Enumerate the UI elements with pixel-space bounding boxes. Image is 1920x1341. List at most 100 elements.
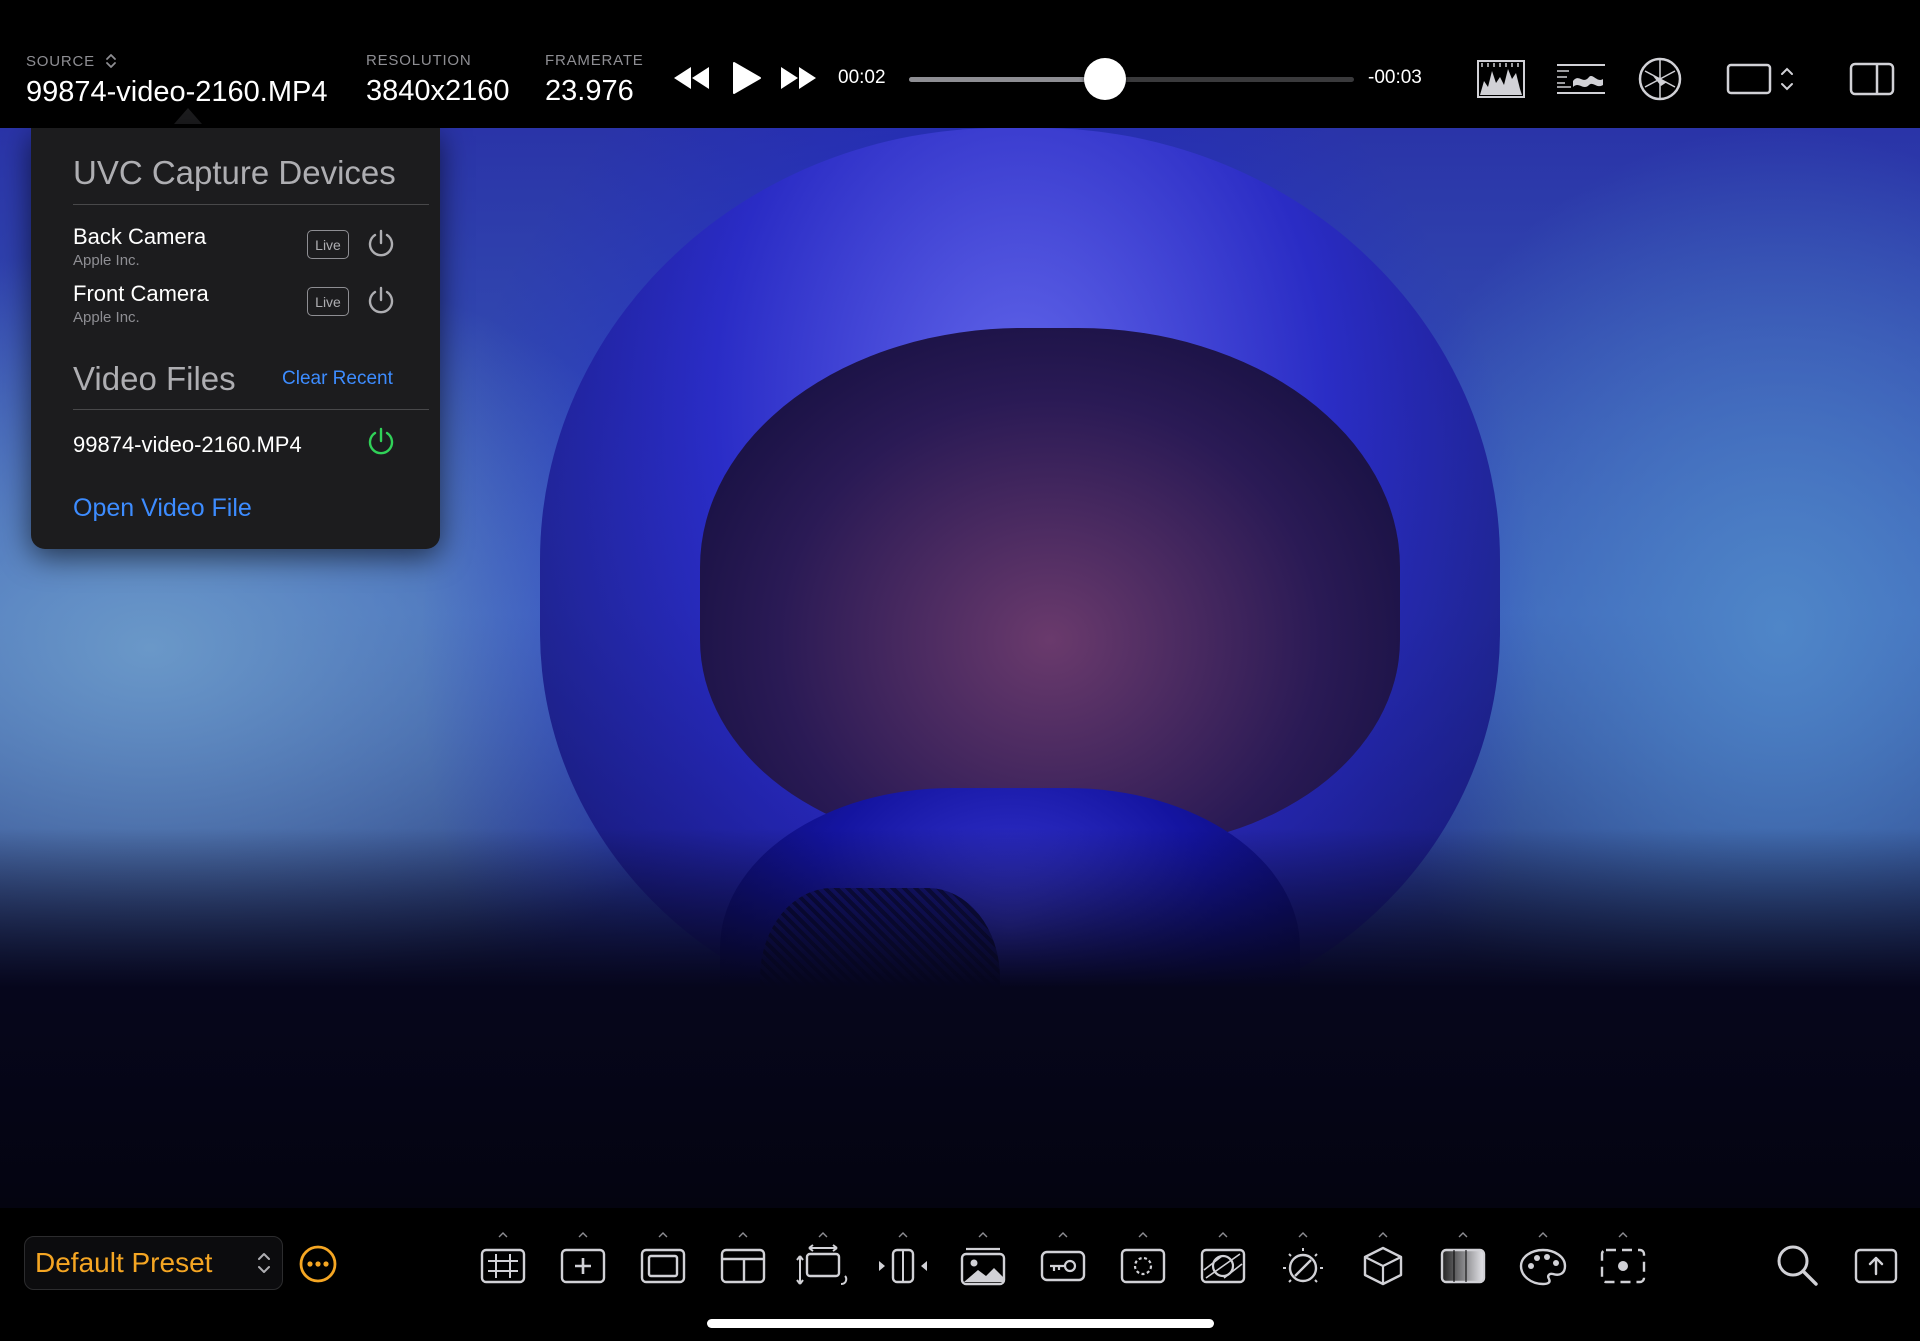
preset-name: Default Preset bbox=[35, 1247, 213, 1278]
lut-button[interactable] bbox=[1355, 1232, 1411, 1294]
gray-ramp-button[interactable] bbox=[1435, 1232, 1491, 1294]
chevron-updown-icon bbox=[258, 1253, 270, 1273]
anamorphic-desqueeze-button[interactable] bbox=[795, 1232, 851, 1294]
safe-area-button[interactable] bbox=[635, 1232, 691, 1294]
grid-overlay-button[interactable] bbox=[475, 1232, 531, 1294]
caret-icon bbox=[1298, 1232, 1308, 1238]
caret-icon bbox=[978, 1232, 988, 1238]
center-marker-button[interactable] bbox=[555, 1232, 611, 1294]
fast-forward-button[interactable] bbox=[778, 58, 818, 98]
source-value: 99874-video-2160.MP4 bbox=[26, 76, 328, 108]
source-popover: UVC Capture Devices Back Camera Apple In… bbox=[31, 128, 440, 549]
home-indicator[interactable] bbox=[707, 1319, 1214, 1328]
remaining-time: -00:03 bbox=[1368, 67, 1422, 88]
caret-icon bbox=[1058, 1232, 1068, 1238]
device-vendor: Apple Inc. bbox=[73, 309, 140, 326]
waveform-icon bbox=[1557, 64, 1605, 94]
live-badge[interactable]: Live bbox=[307, 230, 349, 259]
caret-icon bbox=[498, 1232, 508, 1238]
source-selector[interactable]: SOURCE 99874-video-2160.MP4 bbox=[26, 52, 327, 109]
fast-forward-icon bbox=[781, 67, 816, 89]
focus-peaking-button[interactable] bbox=[1115, 1232, 1171, 1294]
color-palette-button[interactable] bbox=[1515, 1232, 1571, 1294]
preset-selector[interactable]: Default Preset bbox=[24, 1236, 283, 1290]
device-name: Back Camera bbox=[73, 224, 207, 249]
uvc-section-title: UVC Capture Devices bbox=[73, 154, 396, 191]
anamorphic-desqueeze-icon bbox=[796, 1244, 848, 1285]
spot-meter-icon bbox=[1600, 1248, 1646, 1284]
focus-peaking-icon bbox=[1120, 1248, 1166, 1284]
waveform-button[interactable] bbox=[1554, 56, 1608, 102]
rewind-button[interactable] bbox=[672, 58, 712, 98]
popover-arrow bbox=[174, 108, 202, 124]
divider bbox=[73, 409, 429, 410]
image-overlay-icon bbox=[960, 1247, 1006, 1286]
helmet-visor-opening bbox=[700, 328, 1400, 848]
export-icon[interactable] bbox=[1853, 1242, 1899, 1288]
false-color-button[interactable] bbox=[1195, 1232, 1251, 1294]
file-name: 99874-video-2160.MP4 bbox=[73, 432, 302, 457]
divider bbox=[73, 204, 429, 205]
frame-guide-icon bbox=[1726, 63, 1793, 95]
clear-recent-button[interactable]: Clear Recent bbox=[282, 368, 393, 390]
zebra-icon bbox=[1283, 1248, 1323, 1283]
framerate-label: FRAMERATE bbox=[545, 52, 644, 69]
aspect-ratio-icon bbox=[720, 1248, 766, 1284]
spot-meter-button[interactable] bbox=[1595, 1232, 1651, 1294]
caret-icon bbox=[1458, 1232, 1468, 1238]
gray-ramp-icon bbox=[1440, 1248, 1486, 1284]
caret-icon bbox=[578, 1232, 588, 1238]
framerate-value: 23.976 bbox=[545, 75, 634, 107]
open-video-file-button[interactable]: Open Video File bbox=[73, 494, 252, 523]
caret-icon bbox=[658, 1232, 668, 1238]
source-label: SOURCE bbox=[26, 52, 95, 70]
more-options-icon[interactable] bbox=[298, 1244, 338, 1284]
luma-key-button[interactable] bbox=[1035, 1232, 1091, 1294]
power-icon-active[interactable] bbox=[365, 426, 397, 458]
power-icon[interactable] bbox=[365, 285, 397, 317]
zebra-button[interactable] bbox=[1275, 1232, 1331, 1294]
flip-button[interactable] bbox=[875, 1232, 931, 1294]
caret-icon bbox=[1138, 1232, 1148, 1238]
framerate-readout: FRAMERATE 23.976 bbox=[545, 52, 644, 108]
device-name: Front Camera bbox=[73, 281, 209, 306]
live-badge[interactable]: Live bbox=[307, 287, 349, 316]
power-icon[interactable] bbox=[365, 228, 397, 260]
caret-icon bbox=[1218, 1232, 1228, 1238]
color-palette-icon bbox=[1519, 1248, 1567, 1286]
play-button[interactable] bbox=[730, 58, 762, 98]
top-toolbar: SOURCE 99874-video-2160.MP4 RESOLUTION 3… bbox=[0, 0, 1920, 128]
scrub-bar[interactable] bbox=[909, 77, 1354, 82]
lut-cube-icon bbox=[1363, 1246, 1403, 1286]
bottom-toolbar: Default Preset bbox=[0, 1208, 1920, 1341]
flip-icon bbox=[879, 1248, 927, 1284]
resolution-label: RESOLUTION bbox=[366, 52, 472, 69]
zoom-icon[interactable] bbox=[1774, 1242, 1820, 1288]
frame-guide-selector[interactable] bbox=[1726, 56, 1800, 102]
image-overlay-button[interactable] bbox=[955, 1232, 1011, 1294]
histogram-button[interactable] bbox=[1474, 56, 1528, 102]
scrub-progress bbox=[909, 77, 1105, 82]
grid-overlay-icon bbox=[480, 1248, 526, 1284]
false-color-icon bbox=[1200, 1248, 1246, 1284]
elapsed-time: 00:02 bbox=[838, 67, 886, 88]
scrub-handle[interactable] bbox=[1083, 58, 1126, 100]
luma-key-icon bbox=[1040, 1250, 1086, 1282]
resolution-readout: RESOLUTION 3840x2160 bbox=[366, 52, 510, 108]
caret-icon bbox=[738, 1232, 748, 1238]
jacket-shadow bbox=[0, 828, 1920, 1208]
sidebar-toggle-icon bbox=[1849, 62, 1895, 96]
device-vendor: Apple Inc. bbox=[73, 252, 140, 269]
sidebar-toggle-button[interactable] bbox=[1848, 56, 1896, 102]
caret-icon bbox=[1378, 1232, 1388, 1238]
caret-icon bbox=[1618, 1232, 1628, 1238]
safe-area-icon bbox=[640, 1248, 686, 1284]
vectorscope-icon bbox=[1638, 57, 1682, 101]
vectorscope-button[interactable] bbox=[1636, 56, 1684, 102]
center-marker-icon bbox=[560, 1248, 606, 1284]
video-files-title: Video Files bbox=[73, 360, 236, 397]
play-icon bbox=[733, 62, 761, 94]
caret-icon bbox=[1538, 1232, 1548, 1238]
aspect-ratio-button[interactable] bbox=[715, 1232, 771, 1294]
caret-icon bbox=[898, 1232, 908, 1238]
